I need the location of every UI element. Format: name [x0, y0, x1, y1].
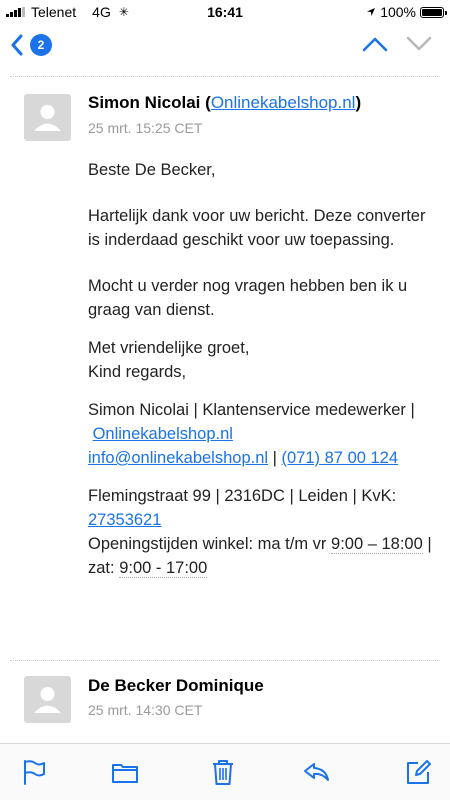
hours-weekday[interactable]: 9:00 – 18:00 [331, 535, 423, 554]
battery-percentage: 100% [380, 4, 416, 20]
sender-name: Simon Nicolai (Onlinekabelshop.nl) [88, 93, 362, 112]
sender-name-text: Simon Nicolai [88, 93, 201, 112]
avatar [24, 94, 71, 141]
navigation-bar: 2 [0, 24, 450, 68]
avatar [24, 676, 71, 723]
compose-icon[interactable] [404, 758, 432, 786]
closing: Met vriendelijke groet, Kind regards, [88, 339, 250, 381]
next-message-button[interactable] [406, 36, 432, 52]
trash-icon[interactable] [209, 758, 237, 786]
flag-icon[interactable] [20, 758, 48, 786]
message-date: 25 mrt. 15:25 CET [88, 120, 203, 136]
paragraph: Hartelijk dank voor uw bericht. Deze con… [88, 207, 426, 249]
folder-icon[interactable] [111, 758, 139, 786]
battery-icon [420, 6, 447, 18]
bottom-toolbar [0, 743, 450, 800]
unread-count-badge: 2 [30, 34, 52, 56]
person-icon [34, 105, 61, 131]
status-bar: Telenet 4G ✳ 16:41 100% [0, 0, 450, 24]
address-block: Flemingstraat 99 | 2316DC | Leiden | KvK… [88, 487, 432, 578]
signature: Simon Nicolai | Klantenservice medewerke… [88, 401, 415, 467]
phone-link[interactable]: (071) 87 00 124 [282, 449, 399, 467]
website-link[interactable]: Onlinekabelshop.nl [93, 425, 233, 443]
paragraph: Mocht u verder nog vragen hebben ben ik … [88, 277, 408, 319]
message-body: Beste De Becker, Hartelijk dank voor uw … [88, 158, 433, 600]
sender-domain-link[interactable]: Onlinekabelshop.nl [211, 93, 356, 112]
message-divider [10, 660, 440, 661]
location-icon [367, 8, 376, 16]
previous-message-button[interactable] [362, 36, 388, 52]
hours-saturday[interactable]: 9:00 - 17:00 [119, 559, 208, 578]
kvk-link[interactable]: 27353621 [88, 511, 161, 529]
back-button[interactable]: 2 [10, 34, 52, 56]
thread-divider [10, 76, 440, 77]
chevron-left-icon [11, 34, 23, 56]
message-date: 25 mrt. 14:30 CET [88, 702, 203, 718]
person-icon [34, 687, 61, 713]
reply-icon[interactable] [302, 758, 330, 786]
sender-name: De Becker Dominique [88, 676, 264, 695]
greeting: Beste De Becker, [88, 161, 216, 179]
email-link[interactable]: info@onlinekabelshop.nl [88, 449, 268, 467]
status-right: 100% [366, 4, 447, 20]
